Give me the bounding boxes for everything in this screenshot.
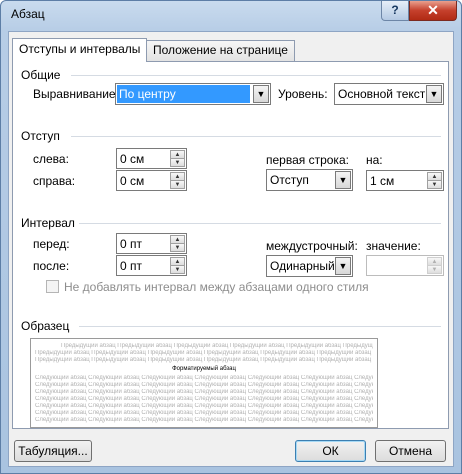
spacing-after-label: после: [33,259,70,273]
first-line-label: первая строка: [266,153,349,167]
title-bar[interactable]: Абзац ? ✕ [1,1,461,31]
ok-button[interactable]: ОК [295,440,366,462]
help-button[interactable]: ? [381,1,409,21]
indent-heading: Отступ [21,129,60,143]
tab-indents-spacing[interactable]: Отступы и интервалы [12,38,148,62]
chevron-down-icon[interactable]: ▼ [335,257,351,275]
preview-box: Предыдущий абзац Предыдущий абзац Предыд… [30,338,378,428]
spacing-before-spinner[interactable]: 0 пт ▲ ▼ [116,233,187,254]
level-value: Основной текст [338,87,426,101]
preview-prev-line: Предыдущий абзац Предыдущий абзац Предыд… [61,343,373,349]
tabs-button[interactable]: Табуляция... [14,440,92,462]
preview-next-line: Следующий абзац Следующий абзац Следующи… [35,396,373,402]
at-label: значение: [366,239,421,253]
spin-down-icon[interactable]: ▼ [170,265,185,274]
line-spacing-dropdown[interactable]: Одинарный ▼ [266,255,353,277]
preview-prev-line: Предыдущий абзац Предыдущий абзац Предыд… [35,357,373,363]
level-dropdown[interactable]: Основной текст ▼ [334,83,444,105]
chevron-down-icon[interactable]: ▼ [426,85,442,103]
preview-next-line: Следующий абзац Следующий абзац Следующи… [35,417,373,423]
first-line-by-label: на: [366,153,383,167]
preview-divider [79,326,441,327]
alignment-dropdown[interactable]: По центру ▼ [115,83,271,105]
chevron-down-icon[interactable]: ▼ [253,85,269,103]
indent-left-spinner[interactable]: 0 см ▲ ▼ [116,148,187,169]
dialog-body: Отступы и интервалы Положение на страниц… [8,31,454,467]
alignment-value: По центру [117,85,250,103]
preview-prev-line: Предыдущий абзац Предыдущий абзац Предыд… [35,350,373,356]
first-line-dropdown[interactable]: Отступ ▼ [266,169,353,191]
indent-left-label: слева: [33,152,69,166]
close-button[interactable]: ✕ [409,1,457,21]
preview-next-line: Следующий абзац Следующий абзац Следующи… [35,382,373,388]
preview-next-line: Следующий абзац Следующий абзац Следующи… [35,375,373,381]
level-label: Уровень: [278,87,328,101]
window-title: Абзац [11,7,45,21]
spacing-after-spinner[interactable]: 0 пт ▲ ▼ [116,255,187,276]
line-spacing-value: Одинарный [270,259,335,273]
indent-right-spinner[interactable]: 0 см ▲ ▼ [116,170,187,191]
chevron-down-icon[interactable]: ▼ [335,171,351,189]
spacing-before-label: перед: [33,237,70,251]
spin-down-icon[interactable]: ▼ [427,265,442,274]
indent-right-value: 0 см [120,174,145,188]
indent-left-value: 0 см [120,152,145,166]
spacing-before-value: 0 пт [120,237,143,251]
preview-next-line: Следующий абзац Следующий абзац Следующи… [35,403,373,409]
line-spacing-label: междустрочный: [266,239,358,253]
preview-next-line: Следующий абзац Следующий абзац Следующи… [35,389,373,395]
preview-next-line: Следующий абзац Следующий абзац Следующи… [35,410,373,416]
at-spinner[interactable]: ▲ ▼ [366,255,444,276]
first-line-value: Отступ [270,173,309,187]
spin-down-icon[interactable]: ▼ [170,180,185,189]
no-space-label: Не добавлять интервал между абзацами одн… [64,280,369,294]
close-icon: ✕ [427,2,439,18]
general-divider [71,75,441,76]
spin-down-icon[interactable]: ▼ [170,243,185,252]
general-heading: Общие [21,68,61,82]
indent-divider [71,136,441,137]
spacing-after-value: 0 пт [120,259,143,273]
tab-line-page-breaks[interactable]: Положение на странице [146,40,295,61]
first-line-by-value: 1 см [370,174,395,188]
spacing-heading: Интервал [21,216,75,230]
alignment-label: Выравнивание: [33,87,119,101]
cancel-button[interactable]: Отмена [375,440,446,462]
paragraph-dialog: Абзац ? ✕ Отступы и интервалы Положение … [0,0,462,474]
no-space-checkbox[interactable] [46,280,59,293]
spacing-divider [79,223,441,224]
preview-current-paragraph: Форматируемый абзац [172,366,236,372]
first-line-by-spinner[interactable]: 1 см ▲ ▼ [366,170,444,191]
spin-down-icon[interactable]: ▼ [427,180,442,189]
preview-heading: Образец [21,319,70,333]
indent-right-label: справа: [33,174,76,188]
spin-down-icon[interactable]: ▼ [170,158,185,167]
